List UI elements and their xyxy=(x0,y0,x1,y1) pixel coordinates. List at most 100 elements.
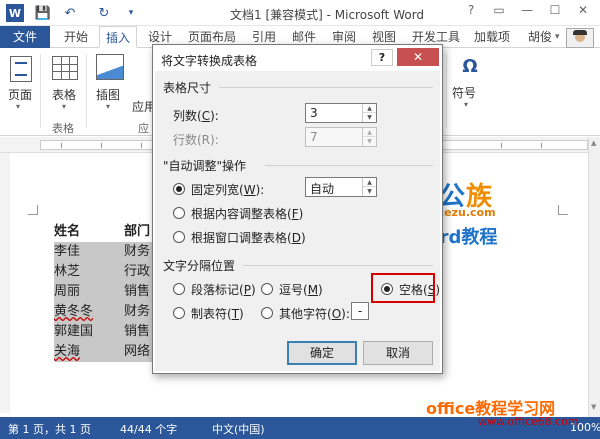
dialog-title: 将文字转换成表格 xyxy=(161,54,258,68)
increment-icon[interactable]: ▲ xyxy=(363,178,376,187)
fit-content-label-text: 根据内容调整表格( xyxy=(191,207,292,221)
fit-content-accel-key: F xyxy=(291,207,299,221)
avatar[interactable] xyxy=(566,28,594,48)
illustrations-button-label[interactable]: 插图 xyxy=(96,86,120,103)
tab-char-radio[interactable] xyxy=(173,307,185,319)
cell-dept: 财务 xyxy=(124,302,154,322)
document-text-block[interactable]: 姓名 部门 李佳 财务 林芝 行政 周丽 销售 黄冬冬 财务 郭建国 销售 关海… xyxy=(54,222,154,362)
fixed-width-radio[interactable] xyxy=(173,183,185,195)
site-watermark-url: www.office68.com xyxy=(478,415,579,428)
undo-icon[interactable]: ↶ xyxy=(62,4,78,22)
minimize-icon[interactable]: — xyxy=(516,3,538,21)
table-row: 姓名 部门 xyxy=(54,222,154,242)
dialog-help-icon[interactable]: ? xyxy=(371,49,393,66)
cell-dept-header: 部门 xyxy=(124,224,151,239)
pages-icon[interactable] xyxy=(10,56,32,82)
status-page[interactable]: 第 1 页，共 1 页 xyxy=(8,421,91,437)
fit-window-radio[interactable] xyxy=(173,231,185,243)
status-language[interactable]: 中文(中国) xyxy=(212,421,265,437)
table-button-label[interactable]: 表格 xyxy=(52,86,76,103)
paragraph-mark-label[interactable]: 段落标记(P) xyxy=(191,281,256,298)
symbol-button-label[interactable]: 符号 xyxy=(452,84,476,101)
dialog-close-icon[interactable]: ✕ xyxy=(397,48,439,66)
status-words[interactable]: 44/44 个字 xyxy=(120,421,177,437)
dialog-title-bar[interactable]: 将文字转换成表格 ? ✕ xyxy=(153,45,442,71)
comma-label[interactable]: 逗号(M) xyxy=(279,281,323,298)
table-icon[interactable] xyxy=(52,56,78,80)
symbol-caret-icon: ▾ xyxy=(464,100,469,109)
annotation-highlight-box xyxy=(371,273,435,303)
scroll-down-icon[interactable]: ▼ xyxy=(591,403,596,411)
pages-button-label[interactable]: 页面 xyxy=(8,86,32,103)
tab-char-label[interactable]: 制表符(T) xyxy=(191,305,244,322)
cell-name: 黄冬冬 xyxy=(54,302,124,322)
cell-name: 关海 xyxy=(54,342,124,362)
fixed-width-accel-key: W xyxy=(243,183,256,197)
comma-radio[interactable] xyxy=(261,283,273,295)
fit-content-radio[interactable] xyxy=(173,207,185,219)
section-divider xyxy=(243,265,433,266)
other-char-input[interactable]: - xyxy=(351,302,369,320)
omega-symbol-icon[interactable]: Ω xyxy=(460,56,480,80)
tab-add-ins[interactable]: 加载项 xyxy=(474,26,510,48)
ruler-tick xyxy=(101,143,102,148)
vertical-scrollbar[interactable]: ▲ ▼ xyxy=(588,137,600,417)
table-row: 林芝 行政 xyxy=(54,262,154,282)
fixed-width-label[interactable]: 固定列宽(W): xyxy=(191,181,264,198)
section-divider xyxy=(265,165,433,166)
other-label-text: 其他字符( xyxy=(279,307,332,321)
table-row: 李佳 财务 xyxy=(54,242,154,262)
other-char-label[interactable]: 其他字符(O): xyxy=(279,305,350,322)
picture-icon[interactable] xyxy=(96,54,124,80)
redo-icon[interactable]: ↻ xyxy=(97,4,111,22)
close-icon[interactable]: ✕ xyxy=(572,3,594,21)
tab-home[interactable]: 开始 xyxy=(64,26,88,48)
paragraph-accel-key: P xyxy=(243,283,251,297)
stepper-buttons: ▲ ▼ xyxy=(362,128,376,146)
save-icon[interactable]: 💾 xyxy=(35,4,51,22)
vertical-ruler[interactable] xyxy=(0,153,10,413)
scroll-up-icon[interactable]: ▲ xyxy=(591,139,596,147)
customize-qat-icon[interactable]: ▾ xyxy=(126,4,136,22)
cell-dept: 销售 xyxy=(124,282,154,302)
paragraph-mark-radio[interactable] xyxy=(173,283,185,295)
user-name[interactable]: 胡俊 xyxy=(528,26,552,48)
margin-mark xyxy=(28,205,38,215)
fixed-width-stepper[interactable]: 自动 ▲ ▼ xyxy=(305,177,377,197)
cell-dept: 网络 xyxy=(124,342,154,362)
ribbon-display-icon[interactable]: ▭ xyxy=(488,3,510,21)
decrement-icon[interactable]: ▼ xyxy=(363,113,376,122)
other-char-radio[interactable] xyxy=(261,307,273,319)
columns-label-text: 列数( xyxy=(173,109,202,123)
illustrations-caret-icon: ▾ xyxy=(106,102,111,111)
rows-value: 7 xyxy=(310,130,318,144)
table-caret-icon: ▾ xyxy=(62,102,67,111)
table-row: 黄冬冬 财务 xyxy=(54,302,154,322)
tab-insert[interactable]: 插入 xyxy=(99,26,138,48)
columns-value: 3 xyxy=(310,106,318,120)
maximize-icon[interactable]: ☐ xyxy=(544,3,566,21)
fit-window-accel-key: D xyxy=(291,231,301,245)
fit-window-label[interactable]: 根据窗口调整表格(D) xyxy=(191,229,306,246)
section-divider xyxy=(219,87,433,88)
user-menu-caret-icon[interactable]: ▾ xyxy=(555,26,560,48)
cell-dept: 行政 xyxy=(124,262,154,282)
margin-mark xyxy=(558,205,568,215)
group-separator xyxy=(86,54,87,128)
window-title: 文档1 [兼容模式] - Microsoft Word xyxy=(230,8,425,22)
ok-button[interactable]: 确定 xyxy=(287,341,357,365)
comma-accel-key: M xyxy=(307,283,319,297)
help-icon[interactable]: ? xyxy=(460,3,482,21)
group-separator xyxy=(446,54,447,128)
table-row: 郭建国 销售 xyxy=(54,322,154,342)
columns-stepper[interactable]: 3 ▲ ▼ xyxy=(305,103,377,123)
tab-label-text: 制表符( xyxy=(191,307,232,321)
cancel-button[interactable]: 取消 xyxy=(363,341,433,365)
increment-icon[interactable]: ▲ xyxy=(363,104,376,113)
decrement-icon[interactable]: ▼ xyxy=(363,187,376,196)
fit-content-label[interactable]: 根据内容调整表格(F) xyxy=(191,205,303,222)
cell-name: 李佳 xyxy=(54,242,124,262)
table-row: 周丽 销售 xyxy=(54,282,154,302)
decrement-icon: ▼ xyxy=(367,138,372,145)
tab-file[interactable]: 文件 xyxy=(0,26,50,48)
